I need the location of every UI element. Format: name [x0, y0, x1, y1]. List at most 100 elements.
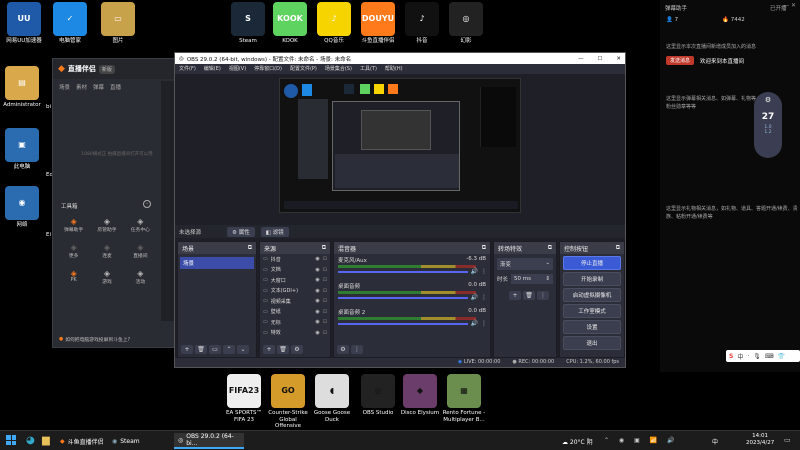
toolbox-item[interactable]: ◈ 连麦: [90, 243, 123, 259]
source-item[interactable]: ▭ 壁纸 ◉ ⊡: [260, 307, 330, 318]
lock-icon[interactable]: ⊡: [323, 277, 327, 283]
control-button[interactable]: 设置: [563, 320, 621, 334]
lock-icon[interactable]: ⊡: [323, 267, 327, 273]
visibility-icon[interactable]: ◉: [315, 330, 319, 336]
filters-button[interactable]: ◧ 滤镜: [260, 226, 289, 237]
performance-widget[interactable]: ⚙ 27 1.0 1.2: [754, 92, 782, 158]
undock-icon[interactable]: ⧉: [616, 244, 620, 252]
gift-button[interactable]: 发送消息: [666, 56, 695, 65]
menu-item[interactable]: 场景集合(S): [325, 65, 352, 73]
toolbox-item[interactable]: ◈ PK: [57, 269, 90, 285]
desktop-shortcut[interactable]: ◎ 幻影: [444, 2, 488, 45]
add-transition-button[interactable]: +: [509, 291, 521, 300]
desktop-shortcut[interactable]: UU 网易UU加速器: [2, 2, 46, 45]
toolbox-item[interactable]: ◈ 更多: [57, 243, 90, 259]
desktop-shortcut[interactable]: S Steam: [226, 2, 270, 45]
lock-icon[interactable]: ⊡: [323, 319, 327, 325]
toolbox-item[interactable]: ◈ 游戏: [90, 269, 123, 285]
weather[interactable]: ☁ 20°C 阴: [562, 437, 593, 446]
desktop-shortcut[interactable]: KOOK KOOK: [268, 2, 312, 45]
visibility-icon[interactable]: ◉: [315, 298, 319, 304]
desktop-shortcut[interactable]: ▭ 图片: [96, 2, 140, 45]
desktop-shortcut[interactable]: ▣ 此电脑: [0, 128, 44, 171]
properties-button[interactable]: ⚙ 属性: [227, 226, 255, 237]
desktop-shortcut[interactable]: DOUYU 斗鱼直播伴侣: [356, 2, 400, 45]
ime-toolbar[interactable]: S 中 · 🎙 ⌨ 👕: [726, 350, 800, 362]
desktop-shortcut[interactable]: ◆ Disco Elysium: [398, 374, 442, 417]
volume-slider[interactable]: [338, 271, 468, 273]
volume-slider[interactable]: [338, 323, 468, 325]
version-badge[interactable]: 新版: [98, 64, 115, 74]
menu-item[interactable]: 停靠窗口(D): [254, 65, 282, 73]
mute-icon[interactable]: 🔊: [471, 320, 478, 327]
tray-icons[interactable]: ⌃ ◉ ▣ 📶 🔊: [604, 437, 679, 444]
window-controls[interactable]: — ✕: [783, 2, 796, 9]
toolbox-more-icon[interactable]: –: [143, 200, 151, 208]
desktop-shortcut[interactable]: FIFA23 EA SPORTS™ FIFA 23: [222, 374, 266, 423]
menu-item[interactable]: 视图(V): [229, 65, 246, 73]
visibility-icon[interactable]: ◉: [315, 256, 319, 262]
menu-item[interactable]: 工具(T): [360, 65, 377, 73]
source-item[interactable]: ▭ 大窗口 ◉ ⊡: [260, 275, 330, 286]
desktop-shortcut[interactable]: ♪ QQ音乐: [312, 2, 356, 45]
lock-icon[interactable]: ⊡: [323, 256, 327, 262]
douyu-footer[interactable]: ● 如何把电脑游戏投屏到斗鱼上?: [59, 336, 130, 343]
desktop-shortcut[interactable]: ✓ 电脑管家: [48, 2, 92, 45]
obs-preview[interactable]: [279, 78, 521, 213]
visibility-icon[interactable]: ◉: [315, 288, 319, 294]
visibility-icon[interactable]: ◉: [315, 309, 319, 315]
scene-filter-button[interactable]: ▭: [209, 345, 221, 354]
close-button[interactable]: ✕: [616, 56, 621, 62]
channel-menu-icon[interactable]: ⋮: [481, 268, 487, 275]
add-source-button[interactable]: +: [263, 345, 275, 354]
explorer-icon[interactable]: ▆: [42, 435, 50, 446]
mixer-settings-button[interactable]: ⚙: [337, 345, 349, 354]
control-button[interactable]: 启动虚拟摄像机: [563, 288, 621, 302]
minimize-button[interactable]: —: [578, 56, 584, 62]
source-settings-button[interactable]: ⚙: [291, 345, 303, 354]
source-item[interactable]: ▭ 视频采集 ◉ ⊡: [260, 296, 330, 307]
visibility-icon[interactable]: ◉: [315, 319, 319, 325]
taskbar-obs[interactable]: ◎ OBS 29.0.2 (64-bi...: [174, 433, 244, 449]
lock-icon[interactable]: ⊡: [323, 309, 327, 315]
transition-select[interactable]: 渐变 ⌄: [497, 258, 553, 270]
clock[interactable]: 14:01 2023/4/27: [746, 433, 774, 447]
toolbox-item[interactable]: ◈ 直播间: [124, 243, 157, 259]
maximize-button[interactable]: ☐: [597, 56, 602, 62]
scene-item[interactable]: 场景: [180, 257, 254, 269]
taskbar-steam[interactable]: ◉ Steam: [108, 433, 144, 449]
douyu-tab[interactable]: 素材: [76, 83, 87, 91]
desktop-shortcut[interactable]: GO Counter-Strike Global Offensive: [266, 374, 310, 430]
source-item[interactable]: ▭ 文本(GDI+) ◉ ⊡: [260, 286, 330, 297]
undock-icon[interactable]: ⧉: [548, 244, 552, 252]
mixer-menu-button[interactable]: ⋮: [351, 345, 363, 354]
notification-icon[interactable]: ▭: [784, 436, 791, 444]
toolbox-item[interactable]: ◈ 任务中心: [124, 217, 157, 233]
toolbox-item[interactable]: ◈ 活动: [124, 269, 157, 285]
channel-menu-icon[interactable]: ⋮: [481, 294, 487, 301]
undock-icon[interactable]: ⧉: [248, 244, 252, 252]
desktop-shortcut[interactable]: ◎ OBS Studio: [356, 374, 400, 417]
desktop-shortcut[interactable]: ◖ Goose Goose Duck: [310, 374, 354, 423]
toolbox-item[interactable]: ◈ 房管助手: [90, 217, 123, 233]
douyu-tab[interactable]: 场景: [59, 83, 70, 91]
mute-icon[interactable]: 🔊: [471, 294, 478, 301]
toolbox-item[interactable]: ◈ 弹幕助手: [57, 217, 90, 233]
remove-transition-button[interactable]: 🗑: [523, 291, 535, 300]
remove-scene-button[interactable]: 🗑: [195, 345, 207, 354]
channel-menu-icon[interactable]: ⋮: [481, 320, 487, 327]
duration-input[interactable]: 50 ms ⇕: [511, 274, 553, 284]
desktop-shortcut[interactable]: ▤ Administrator: [0, 66, 44, 109]
desktop-shortcut[interactable]: ▦ Rento Fortune - Multiplayer B...: [442, 374, 486, 423]
visibility-icon[interactable]: ◉: [315, 267, 319, 273]
menu-item[interactable]: 编辑(E): [204, 65, 221, 73]
control-button[interactable]: 退出: [563, 336, 621, 350]
menu-item[interactable]: 文件(F): [179, 65, 196, 73]
source-item[interactable]: ▭ 无标 ◉ ⊡: [260, 317, 330, 328]
menu-item[interactable]: 帮助(H): [385, 65, 403, 73]
undock-icon[interactable]: ⧉: [482, 244, 486, 252]
desktop-shortcut[interactable]: ◉ 网络: [0, 186, 44, 229]
visibility-icon[interactable]: ◉: [315, 277, 319, 283]
douyu-tab[interactable]: 直播: [110, 83, 121, 91]
lock-icon[interactable]: ⊡: [323, 298, 327, 304]
